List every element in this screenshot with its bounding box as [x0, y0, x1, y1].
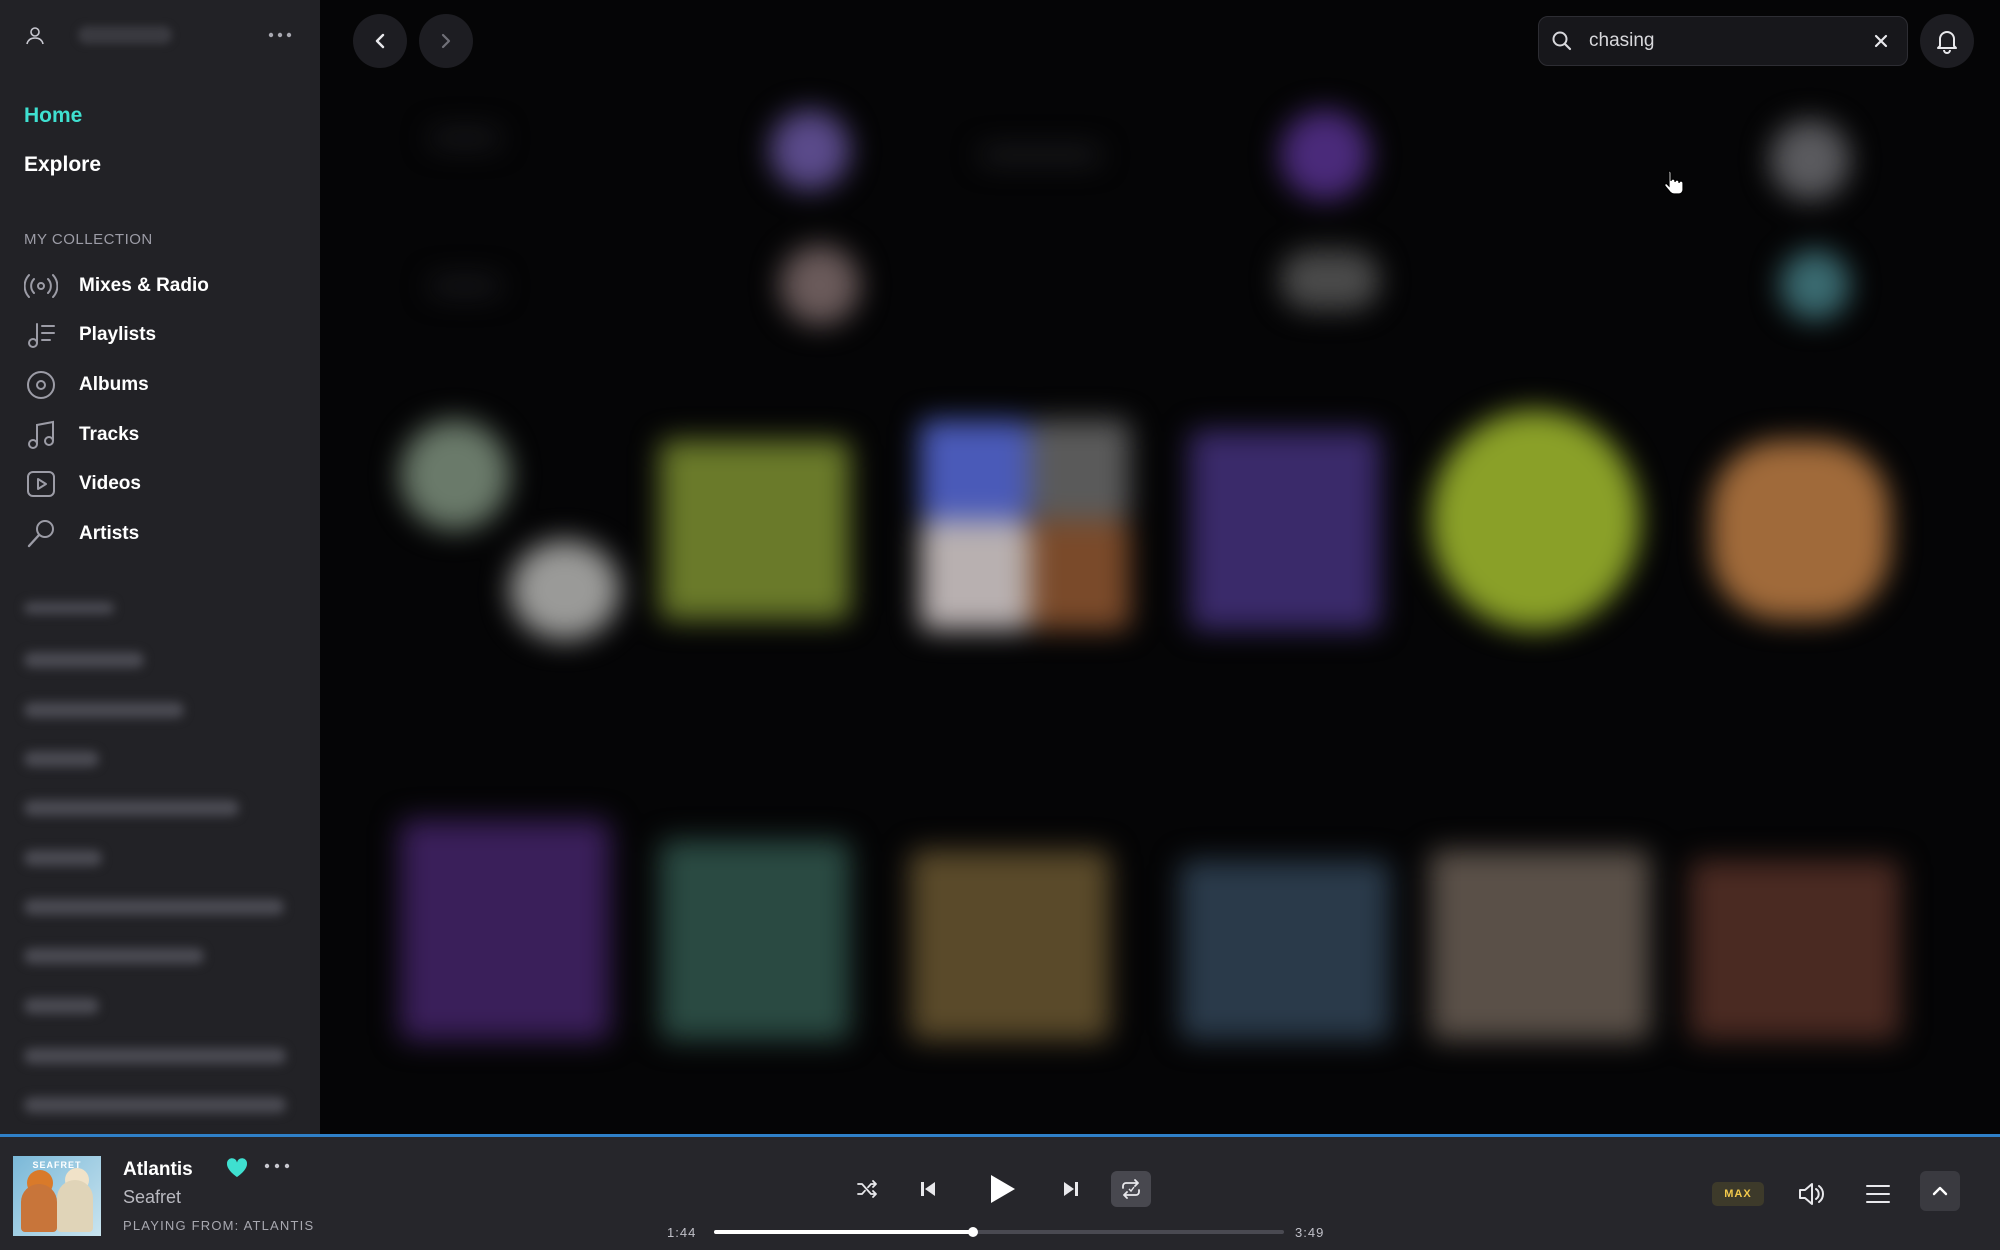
- expand-player-button[interactable]: [1920, 1171, 1960, 1211]
- previous-track-icon[interactable]: [916, 1177, 940, 1201]
- back-button[interactable]: [353, 14, 407, 68]
- album-art[interactable]: SEAFRET: [13, 1156, 101, 1236]
- bell-icon: [1937, 31, 1957, 54]
- notifications-button[interactable]: [1920, 14, 1974, 68]
- sidebar-item-tracks[interactable]: Tracks: [24, 420, 304, 450]
- create-playlist-blurred[interactable]: [24, 652, 144, 668]
- sidebar-item-label: Tracks: [79, 424, 140, 445]
- playlist-icon: [24, 320, 58, 350]
- sidebar-item-playlists[interactable]: Playlists: [24, 320, 304, 350]
- sidebar-item-label: Playlists: [79, 324, 157, 345]
- playlist-item-blurred[interactable]: [24, 751, 99, 767]
- sidebar-item-artists[interactable]: Artists: [24, 519, 304, 549]
- next-track-icon[interactable]: [1059, 1177, 1083, 1201]
- playlist-item-blurred[interactable]: [24, 899, 284, 915]
- username-blurred: [78, 26, 172, 44]
- more-options-icon[interactable]: [264, 22, 296, 50]
- microphone-icon: [24, 519, 58, 549]
- chevron-up-icon: [1932, 1186, 1948, 1196]
- radio-icon: [24, 271, 58, 301]
- playlist-item-blurred[interactable]: [24, 948, 204, 964]
- sidebar-item-label: Albums: [79, 374, 149, 395]
- music-note-icon: [24, 420, 58, 450]
- sidebar-item-label: Artists: [79, 523, 140, 544]
- sidebar-item-mixes-radio[interactable]: Mixes & Radio: [24, 271, 304, 301]
- nav-explore[interactable]: Explore: [24, 153, 101, 177]
- sidebar-item-label: Videos: [79, 473, 141, 494]
- quality-badge[interactable]: MAX: [1712, 1182, 1764, 1206]
- sidebar: Home Explore MY COLLECTION Mixes & Radio…: [0, 0, 320, 1134]
- playlist-item-blurred[interactable]: [24, 1048, 286, 1064]
- track-artist[interactable]: Seafret: [123, 1187, 181, 1208]
- user-icon[interactable]: [24, 24, 46, 46]
- heart-icon[interactable]: [225, 1157, 249, 1184]
- chevron-right-icon: [441, 33, 451, 49]
- sidebar-item-albums[interactable]: Albums: [24, 370, 304, 400]
- volume-icon[interactable]: [1797, 1179, 1827, 1209]
- track-more-options-icon[interactable]: [262, 1159, 292, 1178]
- search-input[interactable]: [1589, 30, 1867, 52]
- playlist-item-blurred[interactable]: [24, 1097, 286, 1113]
- playlist-item-blurred[interactable]: [24, 702, 184, 718]
- chevron-left-icon: [375, 33, 385, 49]
- playlist-item-blurred[interactable]: [24, 850, 102, 866]
- search-bar[interactable]: [1538, 16, 1908, 66]
- profile-row[interactable]: [24, 22, 296, 50]
- shuffle-icon[interactable]: [855, 1177, 879, 1201]
- play-icon[interactable]: [984, 1171, 1020, 1207]
- repeat-icon[interactable]: [1111, 1171, 1151, 1207]
- elapsed-time: 1:44: [667, 1225, 697, 1240]
- video-icon: [24, 469, 58, 499]
- progress-slider[interactable]: [714, 1227, 1284, 1237]
- blurred-background-content: [320, 0, 2000, 1134]
- mouse-cursor-icon: [1663, 170, 1685, 201]
- forward-button[interactable]: [419, 14, 473, 68]
- playlist-item-blurred[interactable]: [24, 998, 99, 1014]
- album-art-text: SEAFRET: [32, 1160, 82, 1170]
- main-content: [320, 0, 2000, 1134]
- sidebar-item-label: Mixes & Radio: [79, 275, 209, 296]
- clear-search-icon[interactable]: [1867, 33, 1895, 49]
- track-title[interactable]: Atlantis: [123, 1159, 193, 1181]
- queue-icon[interactable]: [1863, 1180, 1893, 1208]
- album-icon: [24, 370, 58, 400]
- playlist-item-blurred[interactable]: [24, 800, 239, 816]
- total-duration: 3:49: [1295, 1225, 1325, 1240]
- sidebar-item-videos[interactable]: Videos: [24, 469, 304, 499]
- progress-handle[interactable]: [967, 1227, 978, 1237]
- search-icon: [1551, 30, 1581, 52]
- progress-fill: [714, 1230, 973, 1234]
- collection-heading: MY COLLECTION: [24, 231, 153, 248]
- playing-from[interactable]: PLAYING FROM: ATLANTIS: [123, 1218, 314, 1233]
- playlists-heading-blurred: [24, 602, 114, 614]
- nav-home[interactable]: Home: [24, 104, 82, 128]
- player-bar: SEAFRET Atlantis Seafret PLAYING FROM: A…: [0, 1134, 2000, 1250]
